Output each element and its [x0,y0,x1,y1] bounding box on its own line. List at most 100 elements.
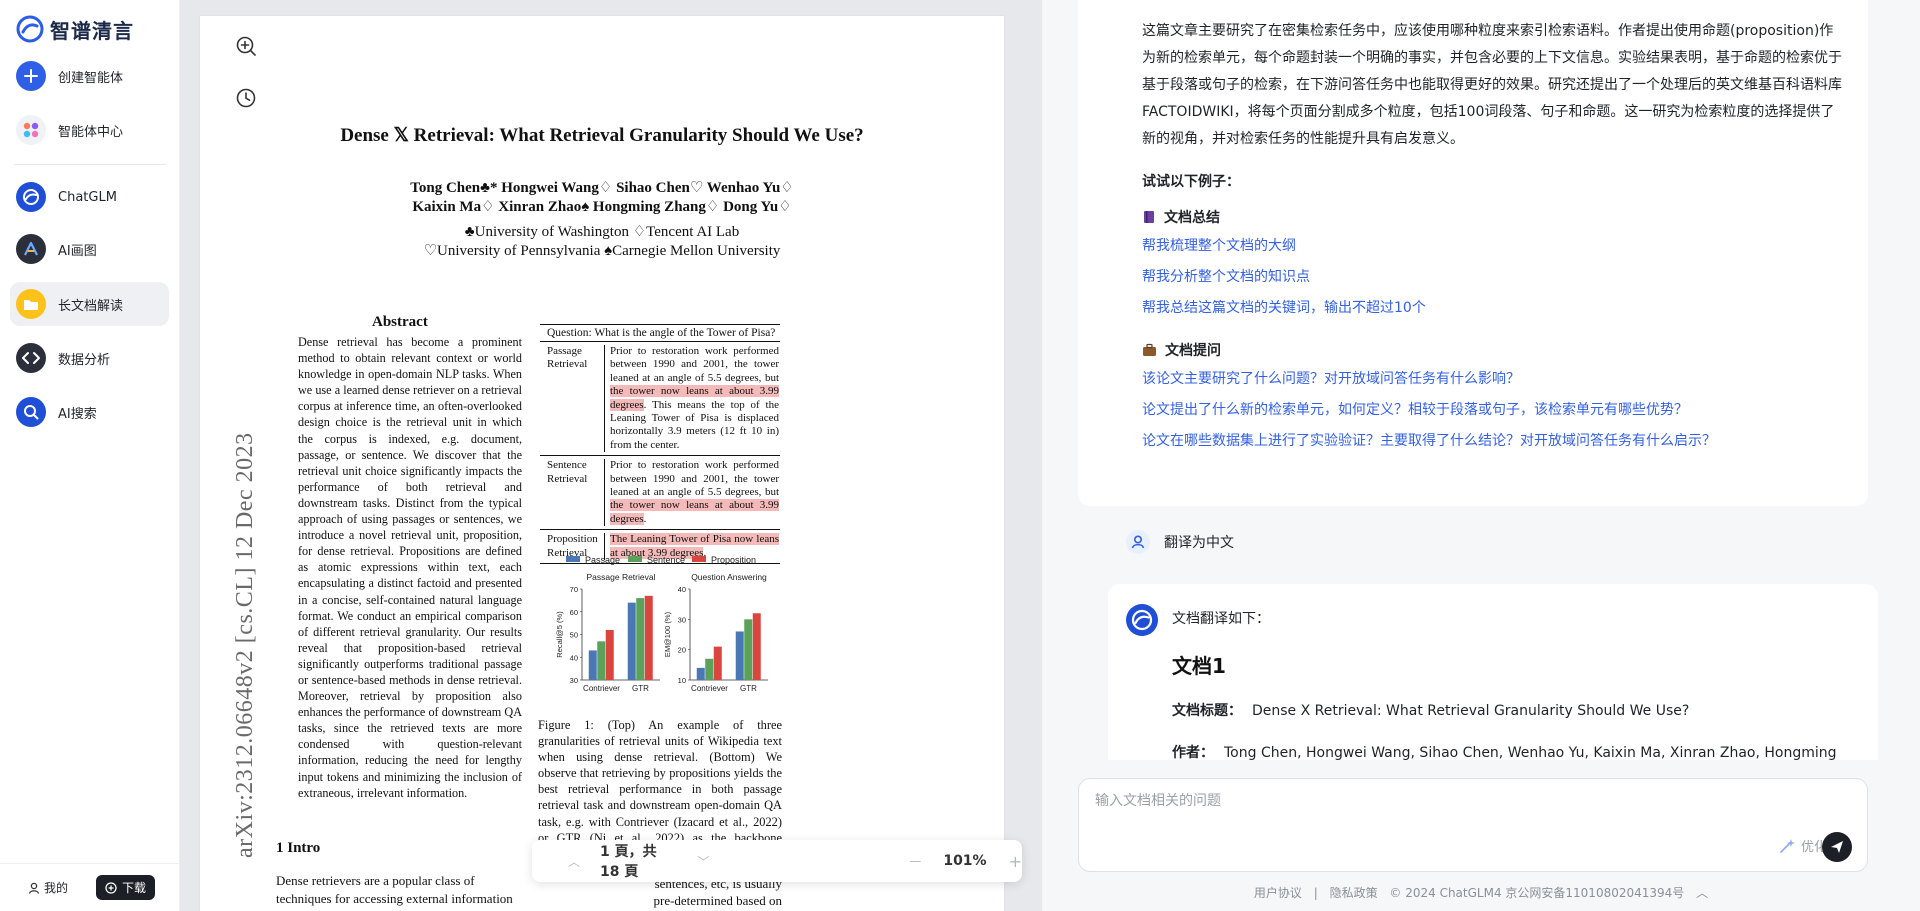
legend-swatch [566,556,580,562]
doc-author-key: 作者： [1172,745,1214,760]
section-title: 文档提问 [1165,343,1221,359]
example-link[interactable]: 帮我分析整个文档的知识点 [1142,262,1846,293]
sidebar-item-chatglm[interactable]: ChatGLM [10,175,169,219]
figure-row-passage: Passage Retrieval Prior to restoration w… [540,342,780,457]
zoom-in-plus-button[interactable]: + [1009,852,1022,871]
sidebar-item-label: AI搜索 [58,406,97,422]
sidebar-item-long-doc[interactable]: 长文档解读 [10,282,169,326]
y-tick-label: 30 [570,676,578,685]
figure-row-text: Prior to restoration work performed betw… [604,345,780,453]
terms-link[interactable]: 用户协议 [1254,886,1302,900]
y-tick-label: 10 [678,676,686,685]
next-page-chevron-down-icon[interactable]: ﹀ [697,853,709,870]
y-tick-label: 30 [678,615,686,624]
abstract-text: Dense retrieval has become a prominent m… [298,335,522,800]
sidebar-item-label: 智能体中心 [58,124,124,140]
folder-icon [16,289,46,319]
y-axis-label: EM@100 (%) [663,611,672,657]
bar [627,602,636,680]
clock-icon [236,88,256,108]
sidebar-item-data-analysis[interactable]: 数据分析 [10,336,169,380]
code-icon [16,343,46,373]
chevron-up-icon[interactable]: ︿ [1696,886,1708,900]
figure-text-plain: Prior to restoration work performed betw… [610,459,779,499]
pdf-viewer: Dense 𝕏 Retrieval: What Retrieval Granul… [180,0,1220,911]
search-icon [16,397,46,427]
sidebar: 智谱清言 创建智能体 智能体中心 ChatGLM AI画图 长文档解读 数据分析… [0,0,180,911]
sidebar-item-ai-search[interactable]: AI搜索 [10,390,169,434]
ai-draw-icon [16,234,46,264]
bar [705,658,714,680]
figure-row-text: Prior to restoration work performed betw… [604,459,780,527]
pdf-page: Dense 𝕏 Retrieval: What Retrieval Granul… [200,16,1004,911]
figure-example-table: Question: What is the angle of the Tower… [540,324,780,565]
sidebar-divider [14,164,166,165]
legend-label: Sentence [647,556,685,565]
x-tick-label: GTR [740,684,757,693]
sidebar-item-label: ChatGLM [58,189,117,205]
y-axis-label: Recall@5 (%) [555,611,564,658]
sidebar-item-create-agent[interactable]: 创建智能体 [10,54,169,98]
app-logo[interactable]: 智谱清言 [16,14,134,44]
example-link[interactable]: 论文在哪些数据集上进行了实验验证？主要取得了什么结论？对开放域问答任务有什么启示… [1142,426,1846,457]
sidebar-item-label: AI画图 [58,243,97,259]
bar [605,629,614,680]
paper-affiliation-line2: ♡University of Pennsylvania ♠Carnegie Me… [423,243,781,259]
x-tick-label: Contriever [691,684,728,693]
y-tick-label: 20 [678,646,686,655]
figure-question: Question: What is the angle of the Tower… [540,324,780,342]
prev-page-chevron-up-icon[interactable]: ︿ [568,853,580,870]
example-link[interactable]: 论文提出了什么新的检索单元，如何定义？相较于段落或句子，该检索单元有哪些优势？ [1142,395,1846,426]
optimize-button[interactable]: 优化 [1779,836,1827,855]
sidebar-footer: 我的 下载 [0,863,179,911]
zoom-out-button[interactable]: — [909,854,921,868]
paper-affiliation-line1: ♣University of Washington ♢Tencent AI La… [464,224,740,240]
figure-text-plain: Prior to restoration work performed betw… [610,345,779,384]
panel-title: Passage Retrieval [587,572,656,582]
doc-title-value: Dense X Retrieval: What Retrieval Granul… [1252,703,1690,719]
bar [597,641,606,680]
paper-authors-line1: Tong Chen♣* Hongwei Wang♢ Sihao Chen♡ We… [410,180,794,196]
legend-swatch [692,556,706,562]
abstract-heading: Abstract [372,314,428,330]
legend-swatch [628,556,642,562]
chat-messages: 这篇文章主要研究了在密集检索任务中，应该使用哪种粒度来索引检索语料。作者提出使用… [1042,0,1920,760]
legend-label: Proposition [711,556,756,565]
example-link[interactable]: 该论文主要研究了什么问题？对开放域问答任务有什么影响？ [1142,364,1846,395]
chat-input[interactable] [1095,793,1835,809]
download-icon [105,881,117,894]
zoom-level[interactable]: 101% [943,853,986,869]
sidebar-item-agent-center[interactable]: 智能体中心 [10,108,169,152]
zoom-in-button[interactable] [228,28,264,64]
example-link[interactable]: 帮我梳理整个文档的大纲 [1142,231,1846,262]
y-tick-label: 70 [570,585,578,594]
mine-button[interactable]: 我的 [28,879,68,896]
intro-text: Dense retrievers are a popular class of … [276,873,513,911]
example-link[interactable]: 帮我总结这篇文档的关键词，输出不超过10个 [1142,293,1846,324]
examples-label: 试试以下例子： [1142,174,1240,190]
privacy-link[interactable]: 隐私政策 [1330,886,1378,900]
download-label: 下载 [122,881,147,895]
sidebar-item-label: 创建智能体 [58,70,124,86]
bar [735,631,744,680]
figure-bar-chart: Passage Sentence Proposition Passage Retrie… [555,556,768,693]
book-icon [1144,211,1154,223]
doc-title-line: 文档标题： Dense X Retrieval: What Retrieval G… [1172,700,1689,720]
intro-heading: 1 Intro [276,840,321,856]
history-button[interactable] [228,80,264,116]
y-tick-label: 40 [570,653,578,662]
figure-row-sentence: Sentence Retrieval Prior to restoration … [540,456,780,531]
sidebar-item-label: 数据分析 [58,352,111,368]
sidebar-item-ai-draw[interactable]: AI画图 [10,227,169,271]
doc-heading: 文档1 [1172,654,1226,678]
section-title: 文档总结 [1164,210,1220,226]
legend-label: Passage [585,556,620,565]
send-button[interactable] [1822,832,1852,862]
send-icon [1831,841,1843,853]
bar [696,667,705,680]
page-indicator[interactable]: 1 頁，共 18 頁 [600,841,679,881]
paper-authors-line2: Kaixin Ma♢ Xinran Zhao♠ Hongming Zhang♢ … [412,199,792,215]
download-button[interactable]: 下载 [96,875,156,900]
panel-title: Question Answering [691,572,767,582]
user-icon [28,882,40,894]
